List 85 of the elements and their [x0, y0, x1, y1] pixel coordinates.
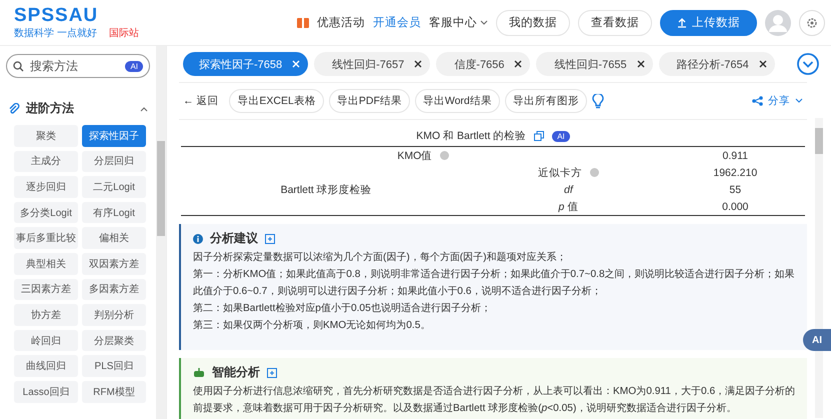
table-cell: 近似卡方	[538, 166, 582, 178]
method-item[interactable]: 典型相关	[14, 252, 78, 275]
table-title: KMO 和 Bartlett 的检验	[416, 129, 526, 143]
slogan: 数据科学 一点就好	[14, 26, 97, 40]
method-item[interactable]: 有序Logit	[82, 202, 146, 224]
method-item[interactable]: 事后多重比较	[14, 227, 78, 249]
header-button[interactable]: 我的数据	[496, 10, 570, 36]
header-button[interactable]: 上传数据	[660, 10, 757, 36]
ai-badge[interactable]: AI	[552, 130, 570, 142]
copy-icon[interactable]	[265, 234, 275, 244]
header-link[interactable]: 客服中心	[429, 15, 477, 30]
table-cell: 0.911	[722, 150, 748, 162]
copy-icon[interactable]	[534, 131, 544, 141]
result-tab[interactable]: 线性回归-7655	[536, 52, 653, 76]
search-icon	[13, 60, 24, 72]
method-item[interactable]: 偏相关	[82, 227, 146, 249]
settings-button[interactable]	[799, 10, 825, 36]
table-cell: p 值	[558, 200, 578, 212]
result-tab[interactable]: 线性回归-7657	[314, 52, 430, 76]
method-item[interactable]: PLS回归	[82, 355, 146, 377]
table-cell: Bartlett 球形度检验	[280, 184, 372, 196]
method-item[interactable]: 聚类	[14, 125, 78, 147]
header-button[interactable]: 查看数据	[578, 10, 652, 36]
ai-button[interactable]: AI	[803, 329, 831, 351]
export-button[interactable]: 导出EXCEL表格	[229, 89, 324, 113]
method-item[interactable]: 主成分	[14, 150, 78, 172]
advice-paragraph: 因子分析探索定量数据可以浓缩为几个方面(因子)，每个方面(因子)和题项对应关系；	[193, 250, 568, 265]
close-icon[interactable]	[414, 60, 422, 68]
advice-paragraph: 第三：如果仅两个分析项，则KMO无论如何均为0.5。	[193, 318, 432, 333]
caret-icon[interactable]	[795, 98, 803, 104]
box-title: 智能分析	[212, 364, 260, 381]
result-tab[interactable]: 信度-7656	[436, 52, 530, 76]
method-item[interactable]: 逐步回归	[14, 176, 78, 198]
method-item[interactable]: 岭回归	[14, 330, 78, 352]
table-cell: 1962.210	[713, 166, 758, 178]
lightbulb-icon[interactable]	[592, 94, 604, 108]
method-item[interactable]: 分层聚类	[82, 330, 146, 352]
share-icon[interactable]	[752, 96, 763, 106]
copy-icon[interactable]	[267, 368, 277, 378]
header-link[interactable]: 开通会员	[373, 15, 421, 30]
table-cell: df	[564, 184, 573, 196]
chevron-icon[interactable]	[140, 106, 148, 112]
header-link[interactable]: 优惠活动	[317, 15, 365, 30]
robot-icon	[193, 368, 205, 378]
close-icon[interactable]	[758, 60, 767, 68]
table-cell: KMO值	[397, 150, 432, 162]
result-tab[interactable]: 路径分析-7654	[658, 52, 775, 76]
method-item[interactable]: Lasso回归	[14, 380, 78, 403]
search-bar[interactable]: 搜索方法 AI	[6, 54, 150, 78]
method-item[interactable]: 双因素方差	[82, 252, 146, 275]
back-link[interactable]: ← 返回	[183, 94, 218, 108]
advice-paragraph: 第二：如果Bartlett检验对应p值小于0.05也说明适合进行因子分析；	[193, 302, 492, 316]
advice-paragraph: 第一：分析KMO值；如果此值高于0.8，则说明非常适合进行因子分析；如果此值介于0.7~0.8之间，则说明比较适合进行因子分析；如果此值介于0.6~0.7，则说明可以进行因子分析；如果此值小于0.6，说明不适合进行因子分析；	[193, 268, 796, 299]
dropdown-icon[interactable]	[797, 53, 819, 75]
method-item[interactable]: 多分类Logit	[14, 202, 78, 224]
method-item[interactable]: 协方差	[14, 304, 78, 326]
method-item[interactable]: 三因素方差	[14, 278, 78, 300]
box-title: 分析建议	[210, 230, 258, 247]
site-link[interactable]: 国际站	[108, 26, 139, 40]
paperclip-icon	[8, 102, 20, 114]
export-button[interactable]: 导出Word结果	[414, 89, 500, 113]
caret-icon[interactable]	[480, 20, 488, 26]
method-item[interactable]: 曲线回归	[14, 355, 78, 377]
close-icon[interactable]	[636, 60, 645, 68]
info-icon	[193, 234, 203, 244]
export-button[interactable]: 导出所有图形	[504, 89, 587, 113]
search-field[interactable]: 搜索方法	[28, 58, 112, 74]
close-icon[interactable]	[514, 60, 522, 68]
method-item[interactable]: RFM模型	[82, 380, 146, 403]
method-item[interactable]: 二元Logit	[82, 176, 146, 198]
export-button[interactable]: 导出PDF结果	[328, 89, 410, 113]
ai-badge[interactable]: AI	[125, 60, 143, 72]
method-item[interactable]: 判别分析	[82, 304, 146, 326]
table-cell: 0.000	[722, 200, 748, 212]
method-item[interactable]: 分层回归	[82, 150, 146, 172]
table-cell: 55	[729, 184, 742, 196]
share-link[interactable]: 分享	[768, 94, 790, 108]
result-tab[interactable]: 探索性因子-7658	[183, 52, 308, 76]
logo[interactable]: SPSSAU	[14, 6, 139, 26]
method-item[interactable]: 多因素方差	[82, 278, 146, 300]
scrollbar[interactable]	[156, 46, 166, 419]
upload-icon	[677, 18, 687, 28]
analysis-paragraph: 使用因子分析进行信息浓缩研究，首先分析研究数据是否适合进行因子分析，从上表可以看出：KMO为0.911，大于0.6，满足因子分析的前提要求，意味着数据可用于因子分析研究。以及数据通过Bartlett 球形度检验(p<0.05)，说明研究数据适合进行因子分析。	[193, 384, 796, 416]
section-title[interactable]: 进阶方法	[26, 100, 74, 117]
method-item[interactable]: 探索性因子	[82, 125, 146, 147]
